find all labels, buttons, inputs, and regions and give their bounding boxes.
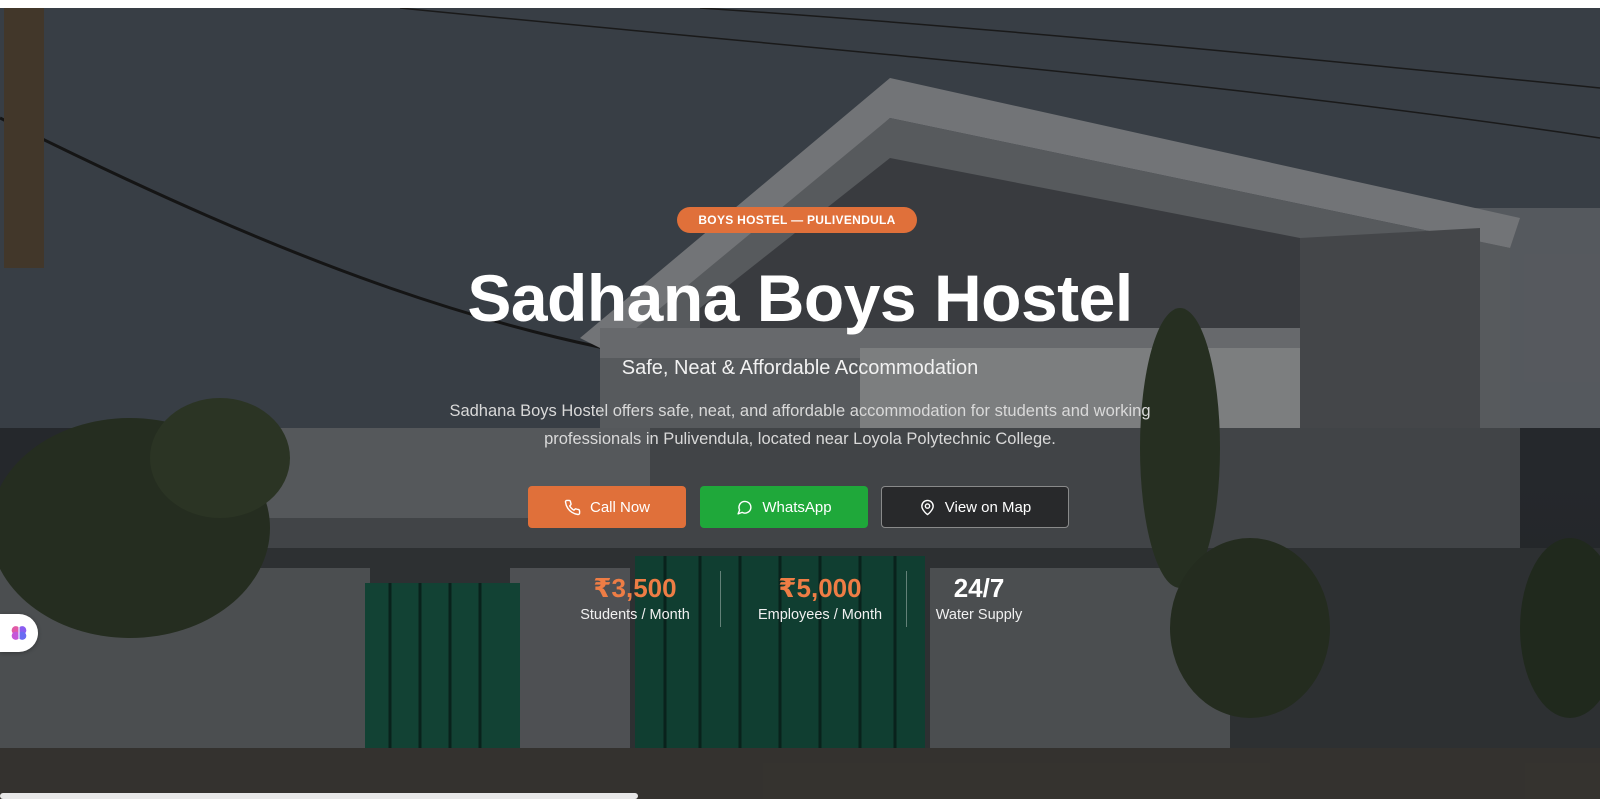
- stat-divider: [906, 571, 907, 627]
- stat-students-price: ₹3,500 Students / Month: [560, 572, 710, 626]
- view-on-map-label: View on Map: [944, 498, 1032, 516]
- location-badge: BOYS HOSTEL — PULIVENDULA: [677, 207, 917, 233]
- page-title: Sadhana Boys Hostel: [467, 261, 1133, 335]
- stat-label: Students / Month: [580, 607, 690, 623]
- hero-subtitle: Safe, Neat & Affordable Accommodation: [621, 357, 979, 379]
- hero-description: Sadhana Boys Hostel offers safe, neat, a…: [449, 402, 1151, 448]
- floating-assistant-button[interactable]: [0, 614, 38, 652]
- stat-label: Water Supply: [935, 607, 1023, 623]
- stat-divider: [720, 571, 721, 627]
- view-on-map-button[interactable]: View on Map: [881, 486, 1069, 528]
- stat-label: Employees / Month: [757, 607, 883, 623]
- hero-section: BOYS HOSTEL — PULIVENDULA Sadhana Boys H…: [0, 8, 1600, 799]
- stat-value: ₹5,000: [778, 573, 862, 603]
- stat-employees-price: ₹5,000 Employees / Month: [736, 572, 904, 626]
- brain-icon: [11, 626, 27, 640]
- stat-value: ₹3,500: [593, 573, 677, 603]
- call-now-label: Call Now: [589, 498, 650, 516]
- phone-icon: [564, 499, 581, 515]
- map-pin-icon: [920, 499, 934, 515]
- call-now-button[interactable]: Call Now: [528, 486, 686, 528]
- stat-value: 24/7: [953, 573, 1005, 603]
- whatsapp-label: WhatsApp: [762, 498, 832, 516]
- stat-water-supply: 24/7 Water Supply: [920, 572, 1038, 626]
- whatsapp-icon: [737, 500, 752, 515]
- whatsapp-button[interactable]: WhatsApp: [700, 486, 868, 528]
- hero-content: BOYS HOSTEL — PULIVENDULA Sadhana Boys H…: [0, 8, 1600, 799]
- horizontal-scrollbar[interactable]: [0, 793, 638, 799]
